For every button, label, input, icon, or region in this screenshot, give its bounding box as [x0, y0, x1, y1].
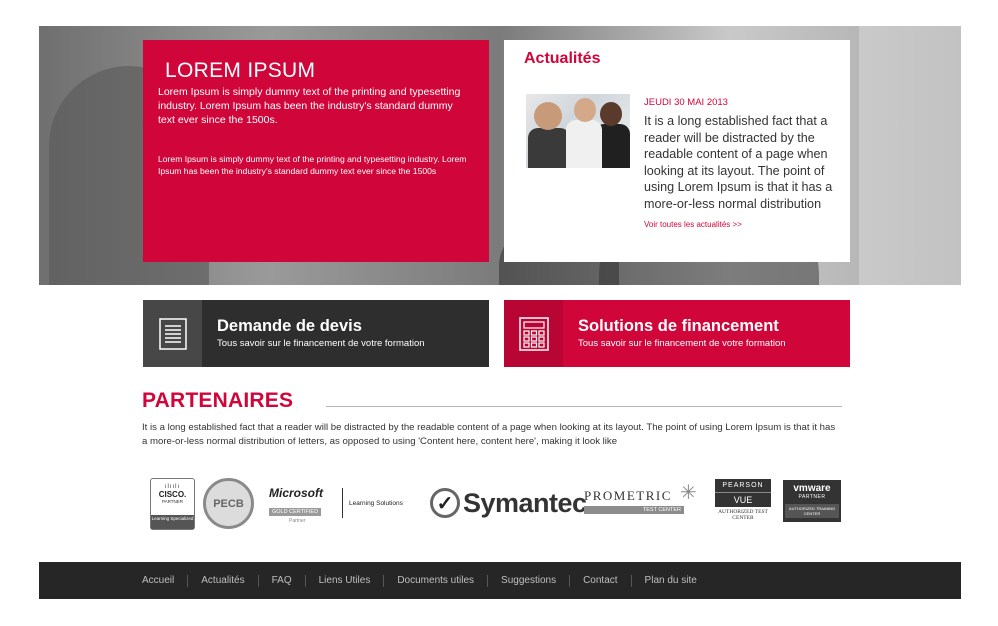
- hero-paragraph: Lorem Ipsum is simply dummy text of the …: [158, 86, 461, 126]
- checkmark-icon: ✓: [430, 488, 460, 518]
- partners-divider: [326, 406, 842, 407]
- vmware-logo[interactable]: vmware PARTNER AUTHORIZED TRAINING CENTE…: [783, 480, 841, 522]
- pearson-vue-logo[interactable]: PEARSON VUE AUTHORIZED TEST CENTER: [715, 479, 771, 521]
- hero-title: LOREM IPSUM: [165, 59, 316, 82]
- microsoft-logo[interactable]: Microsoft GOLD CERTIFIED Partner Learnin…: [269, 486, 419, 524]
- hero-paragraph: Lorem Ipsum is simply dummy text of the …: [158, 154, 467, 176]
- news-date: JEUDI 30 MAI 2013: [644, 97, 728, 108]
- hero-intro-panel: LOREM IPSUM Lorem Ipsum is simply dummy …: [143, 40, 489, 262]
- footer-link-accueil[interactable]: Accueil: [142, 575, 187, 587]
- news-photo[interactable]: [526, 94, 630, 168]
- partner-logos: ılıılı CISCO. PARTNER Learning Specializ…: [147, 474, 847, 534]
- document-icon: [143, 300, 202, 367]
- footer-link-contact[interactable]: Contact: [569, 574, 630, 587]
- footer-link-documents-utiles[interactable]: Documents utiles: [383, 574, 487, 587]
- symantec-logo[interactable]: ✓ Symantec.: [430, 480, 594, 526]
- footer-link-suggestions[interactable]: Suggestions: [487, 574, 569, 587]
- financing-solutions-button[interactable]: Solutions de financement Tous savoir sur…: [504, 300, 850, 367]
- cta-title: Solutions de financement: [578, 316, 779, 335]
- cta-title: Demande de devis: [217, 316, 362, 335]
- all-news-link[interactable]: Voir toutes les actualités >>: [644, 220, 742, 229]
- prometric-logo[interactable]: PROMETRIC TEST CENTER ✳: [584, 482, 697, 514]
- footer-link-plan-du-site[interactable]: Plan du site: [630, 574, 710, 587]
- quote-request-button[interactable]: Demande de devis Tous savoir sur le fina…: [143, 300, 489, 367]
- pecb-logo[interactable]: PECB: [203, 478, 254, 529]
- footer-nav: Accueil Actualités FAQ Liens Utiles Docu…: [39, 562, 961, 599]
- cisco-logo[interactable]: ılıılı CISCO. PARTNER Learning Specializ…: [150, 478, 195, 530]
- hero-background-figure: [859, 26, 961, 285]
- footer-link-faq[interactable]: FAQ: [257, 574, 305, 587]
- news-panel: Actualités JEUDI 30 MAI 2013 It is a lon…: [504, 40, 850, 262]
- news-title: Actualités: [524, 50, 601, 67]
- cta-subtitle: Tous savoir sur le financement de votre …: [578, 337, 786, 349]
- star-icon: ✳: [680, 482, 697, 504]
- partners-heading: PARTENAIRES: [142, 389, 294, 412]
- partners-description: It is a long established fact that a rea…: [142, 422, 836, 447]
- news-text: It is a long established fact that a rea…: [644, 114, 833, 211]
- footer-link-actualites[interactable]: Actualités: [187, 574, 257, 587]
- calculator-icon: [504, 300, 563, 367]
- footer-link-liens-utiles[interactable]: Liens Utiles: [304, 574, 384, 587]
- cta-subtitle: Tous savoir sur le financement de votre …: [217, 337, 425, 349]
